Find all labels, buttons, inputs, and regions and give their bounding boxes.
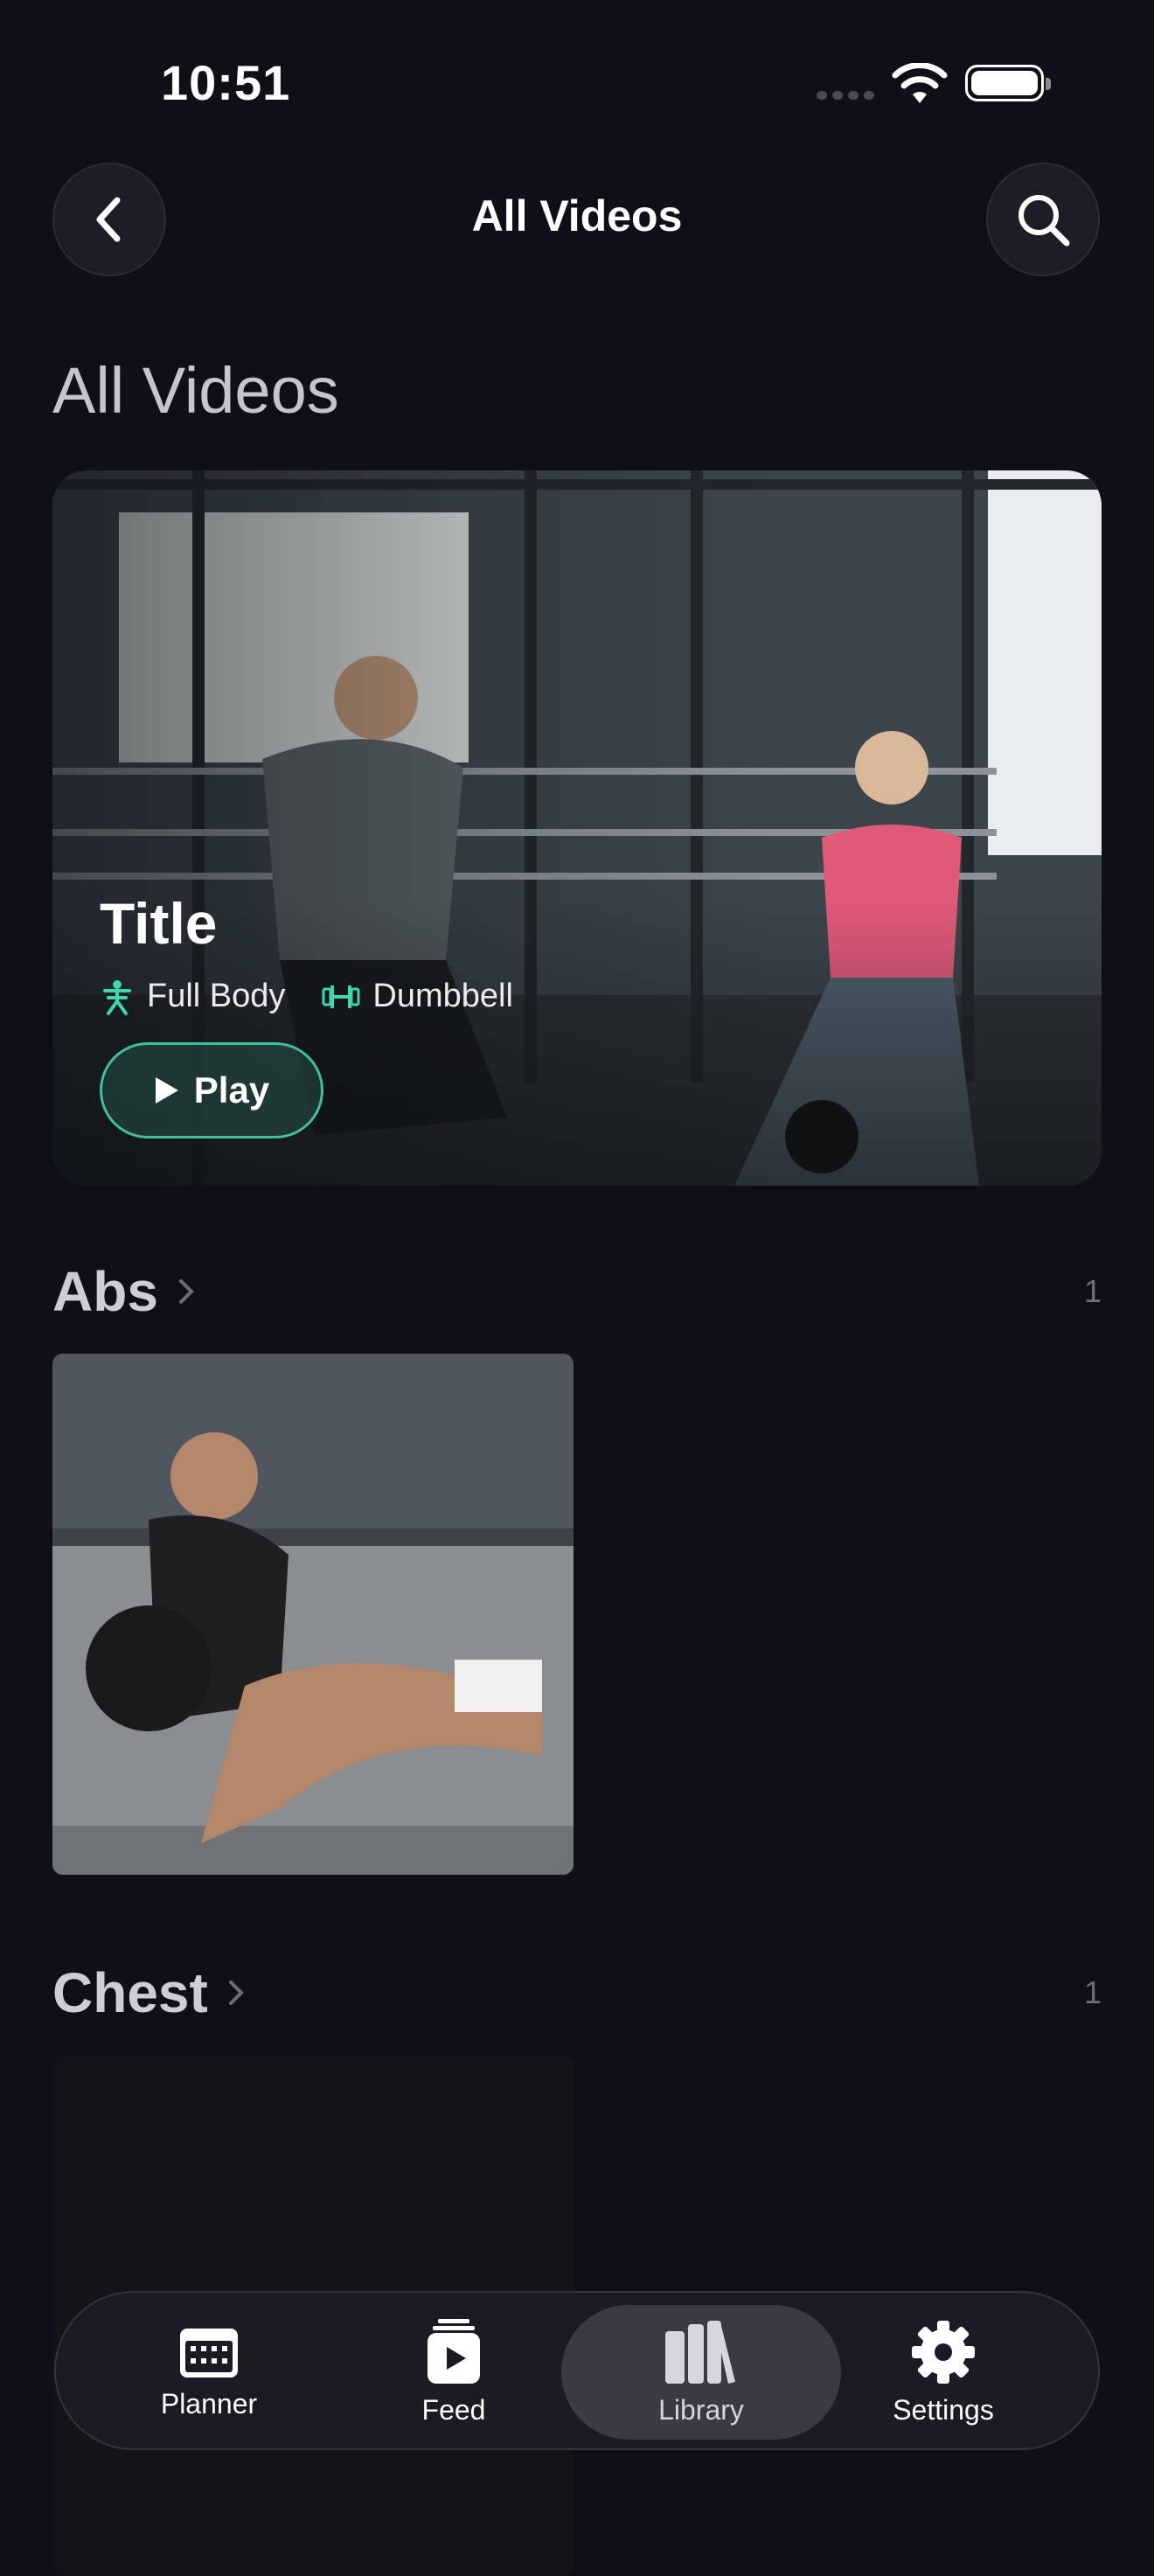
tab-label: Feed [421, 2393, 486, 2426]
tab-label: Library [658, 2393, 744, 2426]
abs-thumbnail-image [52, 1354, 574, 1875]
tab-bar: Planner Feed Library Settings [54, 2291, 1100, 2450]
video-tags: Full Body Dumbbell [100, 978, 534, 1015]
gear-icon [912, 2320, 975, 2384]
category-header-chest[interactable]: Chest 1 [52, 1960, 1102, 2025]
wifi-icon [892, 62, 948, 111]
calendar-icon [180, 2328, 238, 2378]
full-body-icon [103, 979, 131, 1015]
tag-label: Full Body [147, 978, 286, 1014]
page-title: All Videos [471, 191, 683, 240]
tab-library[interactable]: Library [561, 2305, 841, 2440]
tag-dumbbell: Dumbbell [322, 978, 513, 1015]
tab-label: Planner [160, 2387, 258, 2419]
category-name: Chest [52, 1961, 208, 2024]
books-icon [665, 2320, 735, 2384]
battery-icon [965, 65, 1051, 101]
tab-planner[interactable]: Planner [108, 2305, 309, 2440]
play-label: Play [193, 1069, 270, 1110]
play-button[interactable]: Play [100, 1042, 323, 1138]
category-header-abs[interactable]: Abs 1 [52, 1259, 1102, 1324]
featured-video-card[interactable]: Title Full Body Dumbbell Play [52, 470, 1102, 1186]
video-thumbnail-abs[interactable] [52, 1354, 574, 1875]
search-button[interactable] [986, 163, 1100, 276]
tab-label: Settings [893, 2393, 994, 2426]
tab-feed[interactable]: Feed [353, 2305, 554, 2440]
dumbbell-icon [322, 985, 360, 1008]
search-icon [1018, 195, 1070, 247]
category-count: 1 [1083, 1273, 1102, 1309]
chevron-right-icon [228, 1981, 244, 2005]
tab-settings[interactable]: Settings [843, 2305, 1044, 2440]
tag-label: Dumbbell [372, 978, 513, 1014]
category-count: 1 [1083, 1974, 1102, 2010]
video-title: Title [100, 891, 218, 956]
play-icon [155, 1077, 178, 1104]
play-stack-icon [428, 2318, 480, 2384]
cellular-signal-icon [817, 91, 874, 100]
chevron-right-icon [178, 1279, 194, 1304]
section-heading: All Videos [52, 354, 339, 427]
status-time: 10:51 [161, 55, 291, 110]
category-name: Abs [52, 1260, 158, 1323]
tag-full-body: Full Body [100, 978, 285, 1015]
